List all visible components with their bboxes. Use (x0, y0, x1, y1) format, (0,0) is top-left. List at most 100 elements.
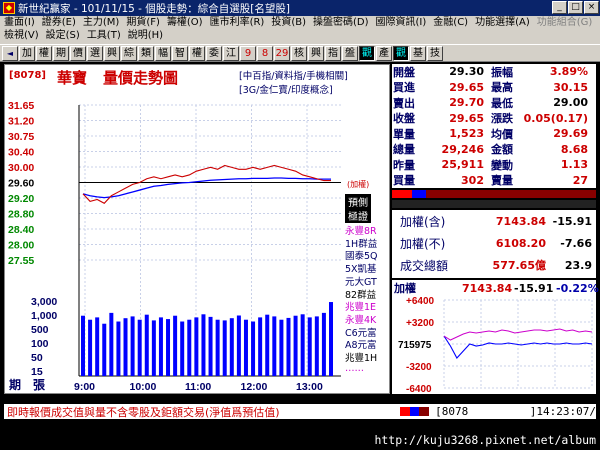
y-tick-label: 30.40 (8, 147, 34, 159)
toolbar-button-7[interactable]: 綜 (121, 45, 137, 61)
toolbar-button-14[interactable]: 9 (240, 45, 256, 61)
volume-bar (279, 319, 284, 376)
mini-tick-label: +3200 (406, 318, 435, 329)
quote-value-2: 0.05(0.17) (523, 111, 588, 125)
volume-tick-label: 500 (31, 324, 49, 336)
mini-index-panel: 加權 7143.84 -15.91 -0.22% +6400 +3200 71597… (392, 280, 599, 395)
toolbar-button-20[interactable]: 盤 (342, 45, 358, 61)
toolbar-button-13[interactable]: 江 (223, 45, 239, 61)
toolbar-button-9[interactable]: 幅 (155, 45, 171, 61)
volume-bar (116, 321, 121, 376)
quote-value-2: 27 (572, 173, 588, 187)
side-label-1[interactable]: 極證 (345, 208, 371, 223)
toolbar-button-10[interactable]: 智 (172, 45, 188, 61)
menu-item-0[interactable]: 畫面(I) (4, 16, 35, 29)
broker-item[interactable]: ‥‥‥ (345, 363, 364, 374)
mini-tick-label: -3200 (406, 362, 432, 373)
toolbar-button-0[interactable]: ◄ (2, 45, 18, 61)
menu-item-1[interactable]: 證券(E) (42, 16, 76, 29)
menu2-item-1[interactable]: 設定(S) (46, 29, 80, 42)
y-tick-label: 31.65 (8, 100, 34, 112)
volume-bar (229, 318, 234, 376)
toolbar-button-8[interactable]: 類 (138, 45, 154, 61)
toolbar-button-3[interactable]: 期 (53, 45, 69, 61)
toolbar-button-21[interactable]: 觀 (359, 45, 375, 61)
menu-item-4[interactable]: 籌權(O) (167, 16, 203, 29)
toolbar-button-6[interactable]: 興 (104, 45, 120, 61)
maximize-button[interactable]: □ (568, 1, 583, 14)
quote-row: 賣出 29.70 最低 29.00 (392, 95, 596, 111)
quote-panel: 開盤 29.30 振幅 3.89% 買進 29.65 最高 30.15 賣出 29.70 最低 29.… (392, 64, 596, 188)
quote-row: 昨量 25,911 變動 1.13 (392, 157, 596, 173)
close-button[interactable]: × (584, 1, 599, 14)
quote-row: 開盤 29.30 振幅 3.89% (392, 64, 596, 80)
volume-bar (109, 312, 114, 376)
price-volume-chart[interactable]: 31.65 31.20 30.75 30.40 30.00 29.60 29.20 28.80… (5, 65, 391, 395)
volume-bar (272, 316, 277, 376)
toolbar-button-15[interactable]: 8 (257, 45, 273, 61)
side-label-0[interactable]: 預側 (345, 194, 371, 209)
quote-value: 29.65 (449, 111, 484, 125)
quote-value-2: 29.69 (553, 127, 588, 141)
menu-item-7[interactable]: 操盤密碼(D) (313, 16, 369, 29)
status-bar: 即時報價成交值與量不含零股及鉅額交易(淨值爲預估值) [8078 ]14:23:… (4, 404, 596, 419)
y-tick-label: 31.20 (8, 116, 34, 128)
status-code[interactable]: [8078 (435, 405, 530, 418)
buy-sell-ratio-bar (392, 190, 596, 198)
toolbar-button-19[interactable]: 指 (325, 45, 341, 61)
quote-value: 29,246 (441, 142, 484, 156)
menu-item-disabled: 功能組合(G) (536, 17, 593, 28)
toolbar-button-11[interactable]: 權 (189, 45, 205, 61)
mini-tick-label: -6400 (406, 384, 432, 394)
volume-bar (180, 321, 185, 376)
right-panel: 開盤 29.30 振幅 3.89% 買進 29.65 最高 30.15 賣出 29.70 最低 29.… (392, 64, 599, 395)
quote-value: 29.65 (449, 80, 484, 94)
mini-change: -15.91 (514, 281, 554, 295)
minimize-button[interactable]: _ (552, 1, 567, 14)
quote-label: 收盤 (393, 112, 415, 126)
mini-index-chart[interactable]: +6400 +3200 715975 -3200 -6400 (392, 296, 596, 395)
menu-item-6[interactable]: 投資(B) (271, 16, 306, 29)
quote-row: 買量 302 賣量 27 (392, 173, 596, 189)
volume-bar (321, 312, 326, 376)
toolbar-button-25[interactable]: 技 (427, 45, 443, 61)
toolbar-button-16[interactable]: 29 (274, 45, 290, 61)
toolbar-button-12[interactable]: 委 (206, 45, 222, 61)
y-tick-label: 28.80 (8, 209, 34, 221)
menu2-item-2[interactable]: 工具(T) (87, 29, 121, 42)
quote-label: 昨量 (393, 158, 415, 172)
volume-bar (95, 317, 100, 376)
volume-bar (166, 319, 171, 376)
toolbar-button-24[interactable]: 基 (410, 45, 426, 61)
toolbar-button-17[interactable]: 核 (291, 45, 307, 61)
toolbar-button-1[interactable]: 加 (19, 45, 35, 61)
menu2-item-3[interactable]: 說明(H) (128, 29, 163, 42)
volume-tick-label: 50 (31, 352, 43, 364)
menu-item-10[interactable]: 功能選擇(A) (475, 16, 530, 29)
menu-item-9[interactable]: 金融(C) (433, 16, 468, 29)
quote-value-2: 1.13 (560, 158, 588, 172)
toolbar-button-18[interactable]: 興 (308, 45, 324, 61)
quote-row: 收盤 29.65 漲跌 0.05(0.17) (392, 111, 596, 127)
toolbar-button-4[interactable]: 價 (70, 45, 86, 61)
volume-bar (201, 314, 206, 376)
mini-pct: -0.22% (556, 281, 599, 295)
index-value: 577.65億 (492, 259, 546, 272)
menu-item-3[interactable]: 期貨(F) (126, 16, 160, 29)
y-tick-label: 27.55 (8, 255, 34, 267)
menu-item-5[interactable]: 匯市利率(R) (210, 16, 265, 29)
toolbar-button-23[interactable]: 觀 (393, 45, 409, 61)
toolbar-button-2[interactable]: 權 (36, 45, 52, 61)
toolbar-button-5[interactable]: 選 (87, 45, 103, 61)
quote-value-2: 3.89% (549, 65, 588, 79)
quote-label: 買進 (393, 81, 415, 95)
volume-bar (251, 321, 256, 376)
x-tick-label: 11:00 (185, 381, 211, 393)
y-tick-label: 29.20 (8, 193, 34, 205)
toolbar: ◄ 加權期價選興綜類幅智權委江 9 8 29 核興指盤觀產觀基技 (0, 44, 600, 62)
main-area: [8078] 華寶 量價走勢圖 [中百指/資料指/手機相關] [3G/金仁寶/印… (4, 64, 599, 404)
toolbar-button-22[interactable]: 產 (376, 45, 392, 61)
menu-item-8[interactable]: 國際資訊(I) (376, 16, 427, 29)
menu2-item-0[interactable]: 檢視(V) (4, 29, 39, 42)
menu-item-2[interactable]: 主力(M) (83, 16, 119, 29)
